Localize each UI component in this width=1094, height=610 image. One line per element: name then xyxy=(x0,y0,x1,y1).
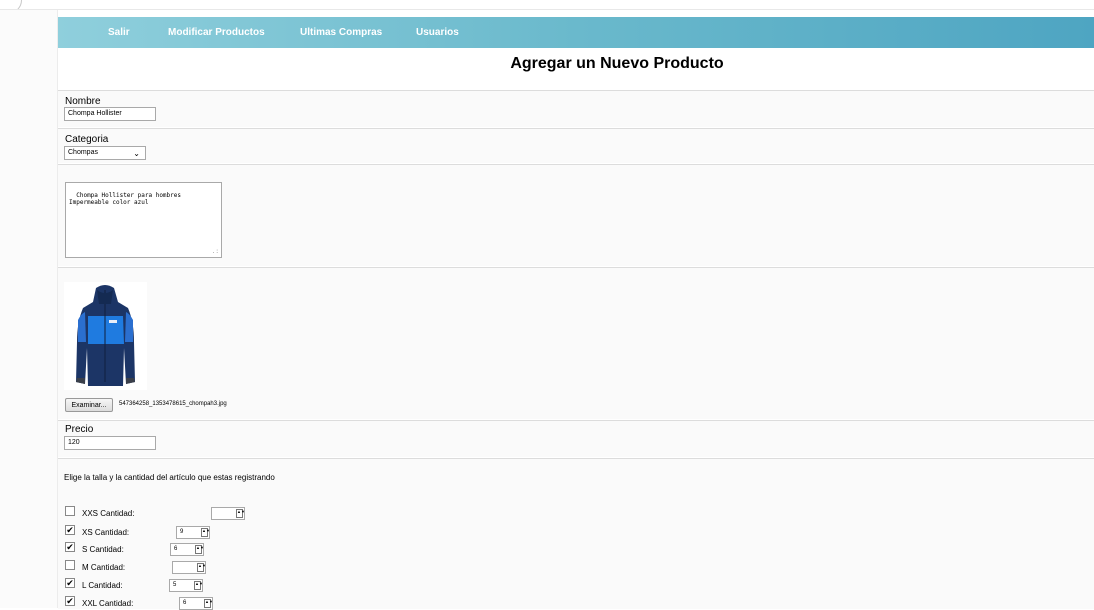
qty-input-s[interactable]: 6 ▲▼ xyxy=(170,543,204,556)
size-row-l: ✔ L Cantidad: 5 ▲▼ xyxy=(65,578,225,592)
size-row-xxs: XXS Cantidad: ▲▼ xyxy=(65,506,245,520)
qty-value-xs: 9 xyxy=(180,529,184,535)
spinner-icon[interactable]: ▲▼ xyxy=(197,563,206,572)
size-checkbox-xxs[interactable] xyxy=(65,506,75,516)
chevron-down-icon: ⌄ xyxy=(133,149,140,158)
top-nav-bar: Salir Modificar Productos Ultimas Compra… xyxy=(58,17,1094,48)
size-label-xxs: XXS Cantidad: xyxy=(82,509,135,518)
spinner-icon[interactable]: ▲▼ xyxy=(236,509,245,518)
descripcion-textarea[interactable]: Chompa Hollister para hombres Impermeabl… xyxy=(65,182,222,258)
jacket-photo xyxy=(76,285,135,386)
spinner-icon[interactable]: ▲▼ xyxy=(195,545,204,554)
qty-input-xxs[interactable]: ▲▼ xyxy=(211,507,245,520)
resize-grip-icon[interactable]: .: xyxy=(212,248,219,255)
nav-ultimas-compras[interactable]: Ultimas Compras xyxy=(300,27,382,38)
spinner-icon[interactable]: ▲▼ xyxy=(194,581,203,590)
nav-modificar-productos[interactable]: Modificar Productos xyxy=(168,27,265,38)
product-image xyxy=(64,282,147,390)
size-checkbox-m[interactable] xyxy=(65,560,75,570)
left-margin xyxy=(0,10,58,608)
nombre-section xyxy=(58,90,1094,127)
categoria-select[interactable]: Chompas ⌄ xyxy=(64,146,146,160)
categoria-selected-value: Chompas xyxy=(68,149,98,156)
top-divider xyxy=(0,9,1094,10)
qty-input-m[interactable]: ▲▼ xyxy=(172,561,206,574)
descripcion-text: Chompa Hollister para hombres Impermeabl… xyxy=(69,192,181,206)
qty-value-s: 6 xyxy=(174,546,178,552)
qty-value-l: 5 xyxy=(173,582,177,588)
categoria-section xyxy=(58,128,1094,163)
page-title: Agregar un Nuevo Producto xyxy=(510,55,724,72)
selected-file-name: 547364258_1353478615_chompah3.jpg xyxy=(119,401,227,407)
nav-usuarios[interactable]: Usuarios xyxy=(416,27,459,38)
qty-value-xxl: 6 xyxy=(183,600,187,606)
tallas-instruction: Elige la talla y la cantidad del artícul… xyxy=(64,473,275,482)
categoria-label: Categoria xyxy=(65,134,109,145)
nav-salir[interactable]: Salir xyxy=(108,27,130,38)
precio-label: Precio xyxy=(65,424,94,435)
size-label-l: L Cantidad: xyxy=(82,581,123,590)
precio-input[interactable]: 120 xyxy=(64,436,156,450)
qty-input-l[interactable]: 5 ▲▼ xyxy=(169,579,203,592)
nombre-input[interactable]: Chompa Hollister xyxy=(64,107,156,121)
size-checkbox-xxl[interactable]: ✔ xyxy=(65,596,75,606)
qty-input-xs[interactable]: 9 ▲▼ xyxy=(176,526,210,539)
size-label-s: S Cantidad: xyxy=(82,545,124,554)
size-label-xs: XS Cantidad: xyxy=(82,528,130,537)
spinner-icon[interactable]: ▲▼ xyxy=(204,599,213,608)
size-checkbox-l[interactable]: ✔ xyxy=(65,578,75,588)
spinner-icon[interactable]: ▲▼ xyxy=(201,528,210,537)
size-row-xs: ✔ XS Cantidad: 9 ▲▼ xyxy=(65,525,225,539)
precio-section xyxy=(58,420,1094,457)
size-checkbox-xs[interactable]: ✔ xyxy=(65,525,75,535)
qty-input-xxl[interactable]: 6 ▲▼ xyxy=(179,597,213,610)
size-checkbox-s[interactable]: ✔ xyxy=(65,542,75,552)
size-label-m: M Cantidad: xyxy=(82,563,126,572)
imagen-section xyxy=(58,267,1094,419)
nombre-label: Nombre xyxy=(65,96,101,107)
size-label-xxl: XXL Cantidad: xyxy=(82,599,134,608)
size-row-s: ✔ S Cantidad: 6 ▲▼ xyxy=(65,542,225,556)
examinar-button[interactable]: Examinar... xyxy=(65,398,113,412)
size-row-m: M Cantidad: ▲▼ xyxy=(65,560,225,574)
